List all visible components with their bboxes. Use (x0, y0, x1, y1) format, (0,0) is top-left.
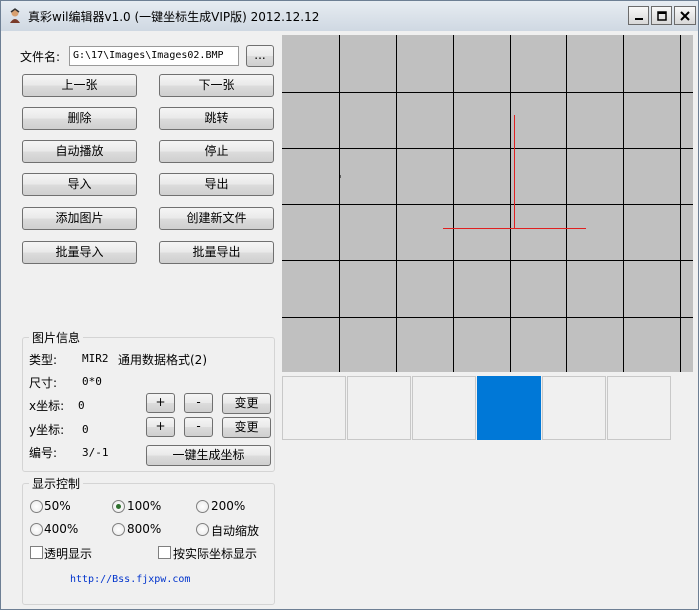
zoom-400-radio[interactable] (30, 523, 43, 536)
zoom-100-label: 100% (127, 499, 162, 513)
actual-coords-checkbox[interactable] (158, 546, 171, 559)
y-coord-label: y坐标: (29, 423, 65, 437)
jump-button[interactable]: 跳转 (159, 107, 274, 130)
import-button[interactable]: 导入 (22, 173, 137, 196)
actual-coords-label: 按实际坐标显示 (173, 547, 258, 561)
x-coord-label: x坐标: (29, 399, 65, 413)
generate-coords-button[interactable]: 一键生成坐标 (146, 445, 271, 466)
website-link[interactable]: http://Bss.fjxpw.com (70, 574, 190, 585)
minimize-button[interactable] (628, 6, 649, 25)
display-control-title: 显示控制 (29, 475, 84, 492)
zoom-800-radio[interactable] (112, 523, 125, 536)
title-bar[interactable]: 真彩wil编辑器v1.0 (一键坐标生成VIP版) 2012.12.12 (1, 1, 698, 31)
maximize-button[interactable] (651, 6, 672, 25)
x-change-button[interactable]: 变更 (222, 393, 271, 414)
transparent-checkbox[interactable] (30, 546, 43, 559)
thumbnail-4-selected[interactable] (477, 376, 541, 440)
prev-image-button[interactable]: 上一张 (22, 74, 137, 97)
image-canvas[interactable] (282, 35, 693, 372)
filename-label: 文件名: (20, 50, 61, 64)
number-value: 3/-1 (82, 446, 109, 459)
type-description: 通用数据格式(2) (118, 353, 207, 367)
zoom-auto-label: 自动缩放 (211, 524, 260, 538)
center-crosshair (443, 115, 586, 229)
thumbnail-5[interactable] (542, 376, 606, 440)
zoom-200-label: 200% (211, 499, 246, 513)
thumbnail-strip (282, 373, 693, 607)
batch-import-button[interactable]: 批量导入 (22, 241, 137, 264)
size-value: 0*0 (82, 375, 102, 388)
x-coord-value: 0 (78, 399, 85, 412)
close-button[interactable] (674, 6, 696, 25)
thumbnail-6[interactable] (607, 376, 671, 440)
canvas-grid (282, 35, 693, 372)
export-button[interactable]: 导出 (159, 173, 274, 196)
delete-button[interactable]: 删除 (22, 107, 137, 130)
x-increment-button[interactable]: + (146, 393, 175, 413)
app-window: 真彩wil编辑器v1.0 (一键坐标生成VIP版) 2012.12.12 文件名… (0, 0, 699, 610)
thumbnail-3[interactable] (412, 376, 476, 440)
close-icon (680, 10, 690, 21)
image-info-title: 图片信息 (29, 329, 84, 346)
y-increment-button[interactable]: + (146, 417, 175, 437)
autoplay-button[interactable]: 自动播放 (22, 140, 137, 163)
batch-export-button[interactable]: 批量导出 (159, 241, 274, 264)
y-decrement-button[interactable]: - (184, 417, 213, 437)
add-image-button[interactable]: 添加图片 (22, 207, 137, 230)
type-value: MIR2 (82, 352, 109, 365)
type-label: 类型: (29, 353, 58, 367)
minimize-icon (634, 17, 643, 20)
thumbnail-1[interactable] (282, 376, 346, 440)
thumbnail-2[interactable] (347, 376, 411, 440)
size-label: 尺寸: (29, 376, 58, 390)
stop-button[interactable]: 停止 (159, 140, 274, 163)
zoom-50-label: 50% (44, 499, 71, 513)
next-image-button[interactable]: 下一张 (159, 74, 274, 97)
browse-button[interactable]: ... (246, 45, 274, 67)
zoom-200-radio[interactable] (196, 500, 209, 513)
zoom-auto-radio[interactable] (196, 523, 209, 536)
new-file-button[interactable]: 创建新文件 (159, 207, 274, 230)
app-icon (10, 8, 20, 23)
filename-field[interactable]: G:\17\Images\Images02.BMP (69, 46, 239, 66)
number-label: 编号: (29, 446, 58, 460)
zoom-100-radio[interactable] (112, 500, 125, 513)
transparent-label: 透明显示 (44, 547, 93, 561)
y-change-button[interactable]: 变更 (222, 417, 271, 438)
window-title: 真彩wil编辑器v1.0 (一键坐标生成VIP版) 2012.12.12 (28, 10, 320, 24)
zoom-400-label: 400% (44, 522, 79, 536)
maximize-icon (656, 10, 667, 21)
x-decrement-button[interactable]: - (184, 393, 213, 413)
zoom-800-label: 800% (127, 522, 162, 536)
zoom-50-radio[interactable] (30, 500, 43, 513)
control-panel: 文件名: G:\17\Images\Images02.BMP ... 上一张 下… (1, 31, 281, 609)
y-coord-value: 0 (82, 423, 89, 436)
